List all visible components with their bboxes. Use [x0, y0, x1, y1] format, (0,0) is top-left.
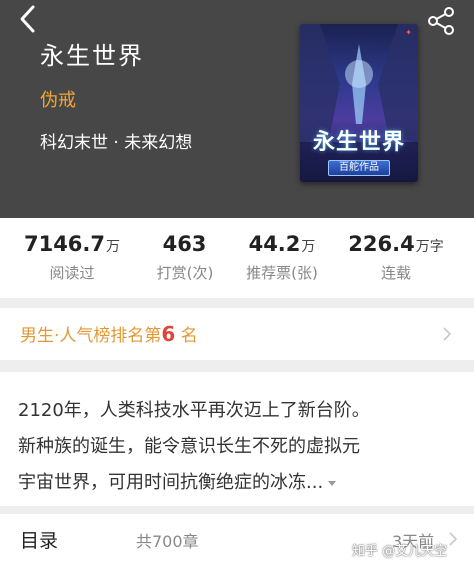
- book-category: 科幻末世 · 未来幻想: [40, 133, 193, 153]
- cover-title: 永生世界: [312, 130, 405, 155]
- chevron-right-icon: [443, 327, 452, 341]
- cover-art: [300, 24, 418, 182]
- stat-unit: 万: [106, 239, 121, 255]
- stat-word-count: 226.4万字 连载: [340, 232, 452, 283]
- share-button[interactable]: [424, 4, 458, 38]
- ranking-text: 男生·人气榜排名第6 名: [20, 321, 198, 346]
- stat-value: 226.4: [348, 232, 415, 256]
- section-divider: [0, 360, 474, 372]
- section-divider: [0, 506, 474, 514]
- stat-reads: 7146.7万 阅读过: [22, 232, 122, 283]
- intro-line: 2120年，人类科技水平再次迈上了新台阶。: [18, 400, 370, 421]
- book-cover[interactable]: ✦ 永生世界 百舵作品: [300, 24, 418, 182]
- ranking-prefix: 男生·人气榜排名第: [20, 326, 162, 346]
- share-icon: [428, 7, 454, 35]
- intro-line-text: 宇宙世界，可用时间抗衡绝症的冰冻...: [18, 472, 324, 493]
- book-title: 永生世界: [40, 42, 144, 70]
- stats-bar: 7146.7万 阅读过 463 打赏(次) 44.2万 推荐票(张) 226.4…: [0, 218, 474, 298]
- ranking-suffix: 名: [180, 326, 198, 346]
- ranking-number: 6: [161, 322, 176, 346]
- stat-label: 打赏(次): [156, 264, 214, 282]
- cover-badge: 百舵作品: [328, 160, 390, 176]
- stat-recommend-votes[interactable]: 44.2万 推荐票(张): [236, 232, 328, 283]
- watermark: 知乎 @艾儿天空: [352, 544, 448, 559]
- stat-unit: 万: [301, 239, 316, 255]
- book-header: 永生世界 伪戒 科幻末世 · 未来幻想 ✦ 永生世界 百舵作品: [0, 0, 474, 218]
- chevron-right-icon: [449, 532, 458, 546]
- book-intro[interactable]: 2120年，人类科技水平再次迈上了新台阶。 新种族的诞生，能令意识长生不死的虚拟…: [18, 393, 458, 501]
- chapter-count: 共700章: [136, 532, 199, 551]
- stat-value: 44.2: [248, 232, 301, 256]
- intro-line: 新种族的诞生，能令意识长生不死的虚拟元: [18, 436, 360, 457]
- back-arrow-icon: [20, 5, 35, 33]
- stat-label: 推荐票(张): [246, 264, 318, 282]
- stat-label: 阅读过: [49, 264, 95, 282]
- section-divider: [0, 298, 474, 308]
- stat-unit: 万字: [415, 239, 444, 255]
- stat-value: 463: [162, 232, 207, 256]
- cover-tag: ✦: [405, 28, 412, 37]
- intro-line-last: 宇宙世界，可用时间抗衡绝症的冰冻...: [18, 465, 458, 501]
- stat-value: 7146.7: [23, 232, 106, 256]
- ranking-row[interactable]: 男生·人气榜排名第6 名: [0, 308, 474, 360]
- back-button[interactable]: [12, 2, 46, 36]
- author-link[interactable]: 伪戒: [40, 86, 76, 112]
- toc-label: 目录: [20, 530, 59, 552]
- stat-label: 连载: [380, 264, 411, 282]
- chevron-down-icon: [328, 481, 337, 486]
- stat-rewards[interactable]: 463 打赏(次): [140, 232, 230, 283]
